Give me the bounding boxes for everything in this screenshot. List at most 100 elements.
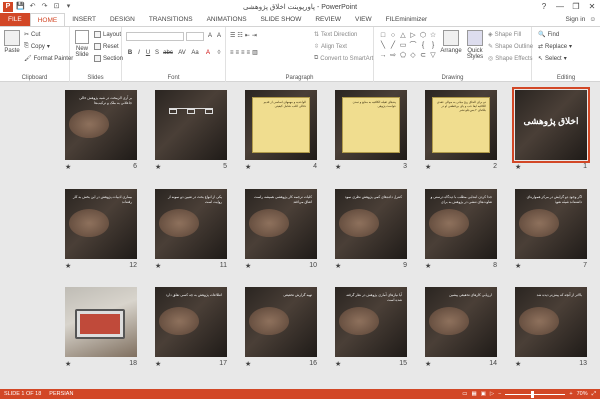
change-case-button[interactable]: Aa bbox=[190, 49, 200, 57]
slide-thumbnail[interactable]: بالاتر از آنچه که پیش‌تر دیده شد bbox=[515, 287, 587, 357]
shrink-font-button[interactable]: A bbox=[215, 32, 223, 40]
slide-thumbnail[interactable]: یکی از انواع بحث در تعیین دو نمونه از رو… bbox=[155, 189, 227, 259]
slide-thumbnail[interactable] bbox=[155, 90, 227, 160]
shape-option-icon[interactable]: ⊂ bbox=[418, 51, 428, 61]
powerpoint-logo-icon[interactable]: P bbox=[3, 1, 13, 12]
smartart-button[interactable]: ⧉ Convert to SmartArt bbox=[314, 55, 373, 62]
arrange-button[interactable]: Arrange bbox=[440, 30, 462, 54]
strikethrough-button[interactable]: abc bbox=[162, 49, 174, 57]
slide-thumbnail[interactable]: بیماری ادبیات پژوهش در این بخش به کار رف… bbox=[65, 189, 137, 259]
transition-star-icon[interactable]: ★ bbox=[335, 163, 341, 171]
sign-in-link[interactable]: Sign in bbox=[565, 13, 585, 26]
quick-styles-button[interactable]: Quick Styles bbox=[464, 30, 486, 60]
tab-slide-show[interactable]: SLIDE SHOW bbox=[254, 13, 309, 26]
select-button[interactable]: ↖ Select ▾ bbox=[538, 55, 567, 63]
slide-thumbnail[interactable]: پندهای ثقیله الکافیه به منابع و تمدن خوا… bbox=[335, 90, 407, 160]
transition-star-icon[interactable]: ★ bbox=[335, 262, 341, 270]
transition-star-icon[interactable]: ★ bbox=[245, 360, 251, 368]
transition-star-icon[interactable]: ★ bbox=[515, 262, 521, 270]
start-slideshow-icon[interactable]: ⊡ bbox=[52, 2, 61, 11]
transition-star-icon[interactable]: ★ bbox=[515, 163, 521, 171]
tab-design[interactable]: DESIGN bbox=[103, 13, 142, 26]
slide-thumbnail[interactable] bbox=[65, 287, 137, 357]
normal-view-icon[interactable]: ▭ bbox=[462, 391, 467, 397]
layout-button[interactable]: Layout bbox=[94, 31, 121, 38]
bullets-buttons[interactable]: ☰ ☷ ⇤ ⇥ bbox=[230, 32, 257, 39]
shape-fill-button[interactable]: ◈ Shape Fill bbox=[488, 31, 521, 39]
format-painter-button[interactable]: 🖌 Format Painter bbox=[24, 55, 73, 63]
font-size-combo[interactable] bbox=[186, 32, 204, 41]
shape-option-icon[interactable]: △ bbox=[398, 31, 408, 41]
shape-option-icon[interactable]: □ bbox=[378, 31, 388, 41]
cut-button[interactable]: ✂ Cut bbox=[24, 31, 40, 39]
shape-option-icon[interactable]: ◇ bbox=[408, 51, 418, 61]
shapes-gallery[interactable]: □ ○ △ ▷ ⬡ ☆ ╲ ╱ ▭ ⌒{} → ⇨ ⬠ ◇ ⊂ ▽ bbox=[378, 31, 438, 63]
save-icon[interactable]: 💾 bbox=[16, 2, 25, 11]
zoom-level[interactable]: 70% bbox=[577, 391, 588, 397]
paste-button[interactable]: Paste bbox=[3, 30, 21, 54]
slide-thumbnail[interactable]: بر آری الزمخت در شبه پژوهش خالی جاعلانی … bbox=[65, 90, 137, 160]
slide-thumbnail[interactable]: اخلاق پژوهشی bbox=[512, 87, 590, 163]
transition-star-icon[interactable]: ★ bbox=[425, 163, 431, 171]
restore-icon[interactable]: ❐ bbox=[568, 0, 584, 13]
redo-icon[interactable]: ↷ bbox=[40, 2, 49, 11]
slide-thumbnail[interactable]: کنترل داده‌های کمی پژوهش نظری نمود bbox=[335, 189, 407, 259]
zoom-slider[interactable] bbox=[505, 390, 566, 398]
minimize-icon[interactable]: — bbox=[552, 0, 568, 13]
transition-star-icon[interactable]: ★ bbox=[155, 163, 161, 171]
find-button[interactable]: 🔍 Find bbox=[538, 31, 559, 39]
alignment-buttons[interactable]: ≡ ≡ ≡ ≡ ▥ bbox=[230, 49, 258, 57]
help-icon[interactable]: ? bbox=[536, 0, 552, 13]
transition-star-icon[interactable]: ★ bbox=[245, 262, 251, 270]
slide-thumbnail[interactable]: ارزیابی کارهای تحقیقی پیشین bbox=[425, 287, 497, 357]
shape-option-icon[interactable]: ⌒ bbox=[408, 41, 418, 51]
shape-option-icon[interactable]: ⬠ bbox=[398, 51, 408, 61]
tab-animations[interactable]: ANIMATIONS bbox=[200, 13, 254, 26]
undo-icon[interactable]: ↶ bbox=[28, 2, 37, 11]
zoom-in-button[interactable]: + bbox=[569, 391, 572, 397]
zoom-out-button[interactable]: − bbox=[498, 391, 501, 397]
zoom-slider-knob[interactable] bbox=[531, 390, 534, 398]
customize-qat-icon[interactable]: ▾ bbox=[64, 2, 73, 11]
replace-button[interactable]: ⇄ Replace ▾ bbox=[538, 43, 572, 51]
shape-option-icon[interactable]: ○ bbox=[388, 31, 398, 41]
transition-star-icon[interactable]: ★ bbox=[425, 262, 431, 270]
slide-thumbnail[interactable]: اطلاعات پژوهش به چه کسی تعلق دارد bbox=[155, 287, 227, 357]
reading-view-icon[interactable]: ▣ bbox=[481, 391, 486, 397]
shape-option-icon[interactable]: ╲ bbox=[378, 41, 388, 51]
bold-button[interactable]: B bbox=[126, 49, 134, 57]
slide-thumbnail[interactable]: آیا نیازهای آماری پژوهش در نظر گرفته شده… bbox=[335, 287, 407, 357]
shape-option-icon[interactable]: { bbox=[418, 41, 428, 51]
slide-sorter-view-icon[interactable]: ▦ bbox=[472, 391, 477, 397]
reset-button[interactable]: Reset bbox=[94, 43, 119, 50]
align-text-button[interactable]: ⇳ Align Text bbox=[314, 43, 347, 51]
shape-option-icon[interactable]: ⇨ bbox=[388, 51, 398, 61]
clear-format-icon[interactable]: ◊ bbox=[215, 49, 223, 57]
shape-option-icon[interactable]: } bbox=[428, 41, 438, 51]
shape-option-icon[interactable]: → bbox=[378, 51, 388, 61]
slide-thumbnail[interactable]: الواحدیه و مهمهای اساسی از قدیم دقالی اغ… bbox=[245, 90, 317, 160]
slide-thumbnail[interactable]: جدا کردن ابتدایی مطلب با دیدگاه درستی و … bbox=[425, 189, 497, 259]
shape-effects-button[interactable]: ◎ Shape Effects bbox=[488, 55, 533, 63]
shape-option-icon[interactable]: ⬡ bbox=[418, 31, 428, 41]
transition-star-icon[interactable]: ★ bbox=[65, 163, 71, 171]
transition-star-icon[interactable]: ★ bbox=[65, 262, 71, 270]
slide-thumbnail[interactable]: تهیه گزارش تحقیقی bbox=[245, 287, 317, 357]
font-color-button[interactable]: A bbox=[204, 49, 212, 57]
shape-option-icon[interactable]: ▷ bbox=[408, 31, 418, 41]
transition-star-icon[interactable]: ★ bbox=[515, 360, 521, 368]
transition-star-icon[interactable]: ★ bbox=[425, 360, 431, 368]
slide-thumbnail[interactable]: کلیات ترجمه کار پژوهشی همیشه راست اتفاق … bbox=[245, 189, 317, 259]
transition-star-icon[interactable]: ★ bbox=[245, 163, 251, 171]
shadow-button[interactable]: S bbox=[153, 49, 161, 57]
close-icon[interactable]: ✕ bbox=[584, 0, 600, 13]
shape-option-icon[interactable]: ▽ bbox=[428, 51, 438, 61]
new-slide-button[interactable]: New Slide bbox=[72, 30, 92, 58]
char-spacing-button[interactable]: AV bbox=[177, 49, 187, 57]
transition-star-icon[interactable]: ★ bbox=[65, 360, 71, 368]
transition-star-icon[interactable]: ★ bbox=[155, 262, 161, 270]
transition-star-icon[interactable]: ★ bbox=[155, 360, 161, 368]
underline-button[interactable]: U bbox=[144, 49, 152, 57]
section-button[interactable]: Section bbox=[94, 55, 123, 62]
text-direction-button[interactable]: ⇅ Text Direction bbox=[314, 31, 357, 39]
